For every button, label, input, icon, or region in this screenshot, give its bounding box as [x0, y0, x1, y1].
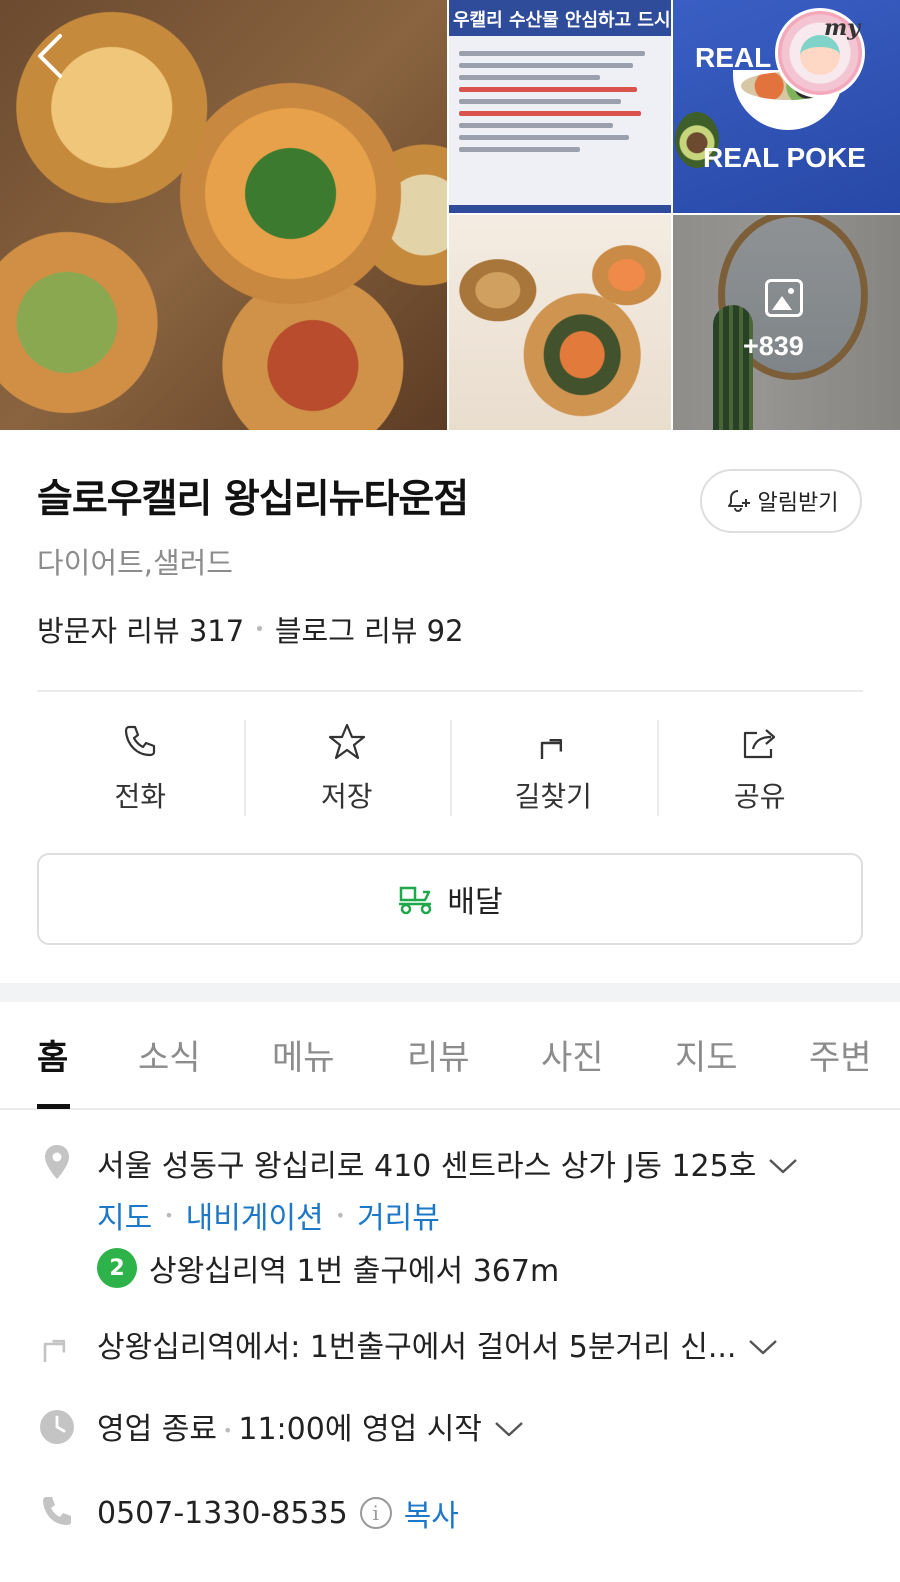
subway-line-badge: 2	[97, 1248, 137, 1288]
photo-bowls-table[interactable]	[449, 215, 671, 430]
bell-plus-icon	[727, 490, 750, 512]
save-button[interactable]: 저장	[243, 712, 451, 824]
directions-label: 길찾기	[514, 780, 592, 813]
notice-text-lines	[449, 36, 671, 167]
alert-button-label: 알림받기	[757, 491, 839, 516]
divider	[37, 690, 863, 692]
copy-phone-button[interactable]: 복사	[404, 1491, 459, 1535]
more-photos-count: +839	[743, 331, 804, 361]
photo-gallery: 우캘리 수산물 안심하고 드시 REAL REAL POKE my +839	[0, 0, 900, 430]
photo-notice[interactable]: 우캘리 수산물 안심하고 드시	[449, 0, 671, 213]
address-text: 서울 성동구 왕십리로 410 센트라스 상가 J동 125호	[97, 1149, 757, 1184]
tab-reviews[interactable]: 리뷰	[407, 1030, 470, 1079]
streetview-link[interactable]: 거리뷰	[357, 1193, 440, 1237]
share-button[interactable]: 공유	[656, 712, 864, 824]
subway-text: 상왕십리역 1번 출구에서 367m	[149, 1254, 560, 1289]
delivery-label: 배달	[447, 885, 503, 920]
navigation-link[interactable]: 내비게이션	[186, 1193, 324, 1237]
directions-row[interactable]: 상왕십리역에서: 1번출구에서 걸어서 5분거리 신...	[97, 1322, 780, 1366]
image-icon	[765, 279, 803, 317]
photo-interior-more[interactable]: +839	[673, 215, 900, 430]
hours-status: 영업 종료	[97, 1412, 217, 1447]
map-link[interactable]: 지도	[97, 1193, 152, 1237]
clock-icon	[37, 1407, 77, 1447]
blog-reviews-link[interactable]: 블로그 리뷰 92	[275, 608, 464, 650]
info-icon[interactable]: i	[359, 1497, 392, 1529]
visitor-reviews-link[interactable]: 방문자 리뷰 317	[37, 608, 244, 650]
phone-number[interactable]: 0507-1330-8535	[97, 1496, 348, 1531]
sticker-text: my	[824, 15, 861, 41]
address-links: 지도 • 내비게이션 • 거리뷰	[97, 1193, 440, 1237]
chevron-down-icon[interactable]	[746, 1331, 780, 1366]
hours-next-open: 11:00에 영업 시작	[238, 1412, 482, 1447]
active-tab-indicator	[37, 1104, 70, 1109]
call-label: 전화	[114, 780, 167, 813]
tab-news[interactable]: 소식	[138, 1030, 201, 1079]
chevron-down-icon[interactable]	[492, 1413, 526, 1448]
directions-icon	[37, 1324, 77, 1364]
call-button[interactable]: 전화	[37, 712, 244, 824]
action-bar: 전화 저장 길찾기 공유	[37, 712, 863, 824]
address-row[interactable]: 서울 성동구 왕십리로 410 센트라스 상가 J동 125호	[97, 1141, 800, 1185]
directions-text: 상왕십리역에서: 1번출구에서 걸어서 5분거리 신...	[97, 1330, 737, 1365]
phone-icon	[125, 725, 156, 757]
place-category: 다이어트,샐러드	[37, 546, 233, 580]
back-button[interactable]	[30, 30, 74, 82]
tab-home[interactable]: 홈	[37, 1030, 68, 1079]
alert-subscribe-button[interactable]: 알림받기	[700, 469, 862, 533]
section-gap	[0, 983, 900, 1002]
tab-bar: 홈 소식 메뉴 리뷰 사진 지도 주변	[0, 1002, 900, 1110]
location-pin-icon	[37, 1142, 77, 1182]
review-summary: 방문자 리뷰 317 • 블로그 리뷰 92	[37, 608, 464, 650]
subway-info: 2 상왕십리역 1번 출구에서 367m	[97, 1246, 559, 1290]
hours-row[interactable]: 영업 종료 • 11:00에 영업 시작	[97, 1404, 526, 1448]
chevron-down-icon[interactable]	[766, 1150, 800, 1185]
notice-title: 우캘리 수산물 안심하고 드시	[449, 0, 671, 36]
phone-row: 0507-1330-8535 i 복사	[97, 1491, 459, 1535]
star-icon	[328, 723, 365, 760]
tab-photos[interactable]: 사진	[541, 1030, 604, 1079]
share-icon	[743, 729, 775, 759]
character-face	[800, 35, 840, 75]
phone-icon	[37, 1492, 77, 1532]
tab-nearby[interactable]: 주변	[809, 1030, 872, 1079]
poke-bottom-text: REAL POKE	[703, 142, 866, 173]
place-name: 슬로우캘리 왕십리뉴타운점	[37, 477, 469, 522]
tab-menu[interactable]: 메뉴	[272, 1030, 335, 1079]
directions-button[interactable]: 길찾기	[450, 712, 657, 824]
tab-map[interactable]: 지도	[675, 1030, 738, 1079]
share-label: 공유	[733, 780, 786, 813]
delivery-scooter-icon	[399, 886, 432, 915]
profile-sticker: my	[775, 8, 865, 98]
directions-arrow-icon	[541, 738, 563, 759]
delivery-button[interactable]: 배달	[37, 853, 863, 945]
save-label: 저장	[320, 780, 373, 813]
chevron-left-icon	[38, 34, 62, 78]
